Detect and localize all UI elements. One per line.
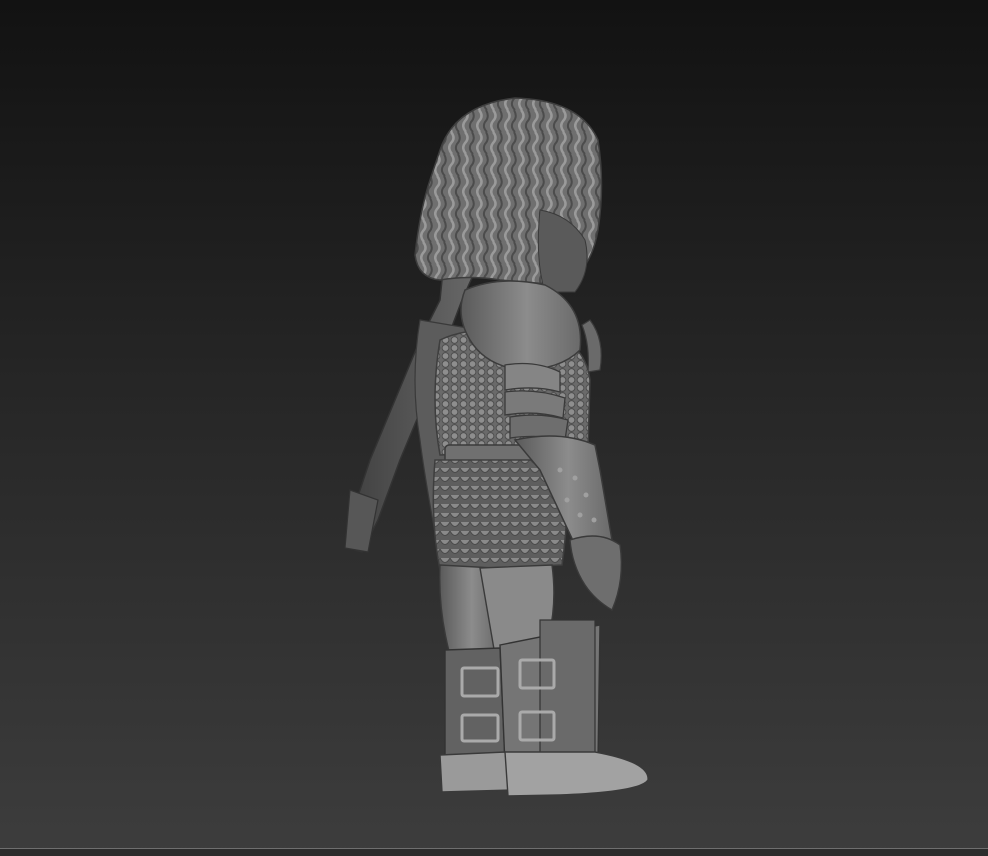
3d-viewport[interactable] <box>0 0 988 856</box>
sculpted-warrior-model[interactable] <box>0 0 988 856</box>
arm-bands <box>504 362 569 441</box>
hair <box>414 97 603 293</box>
hand <box>569 535 623 612</box>
viewport-bottom-strip <box>0 849 988 856</box>
